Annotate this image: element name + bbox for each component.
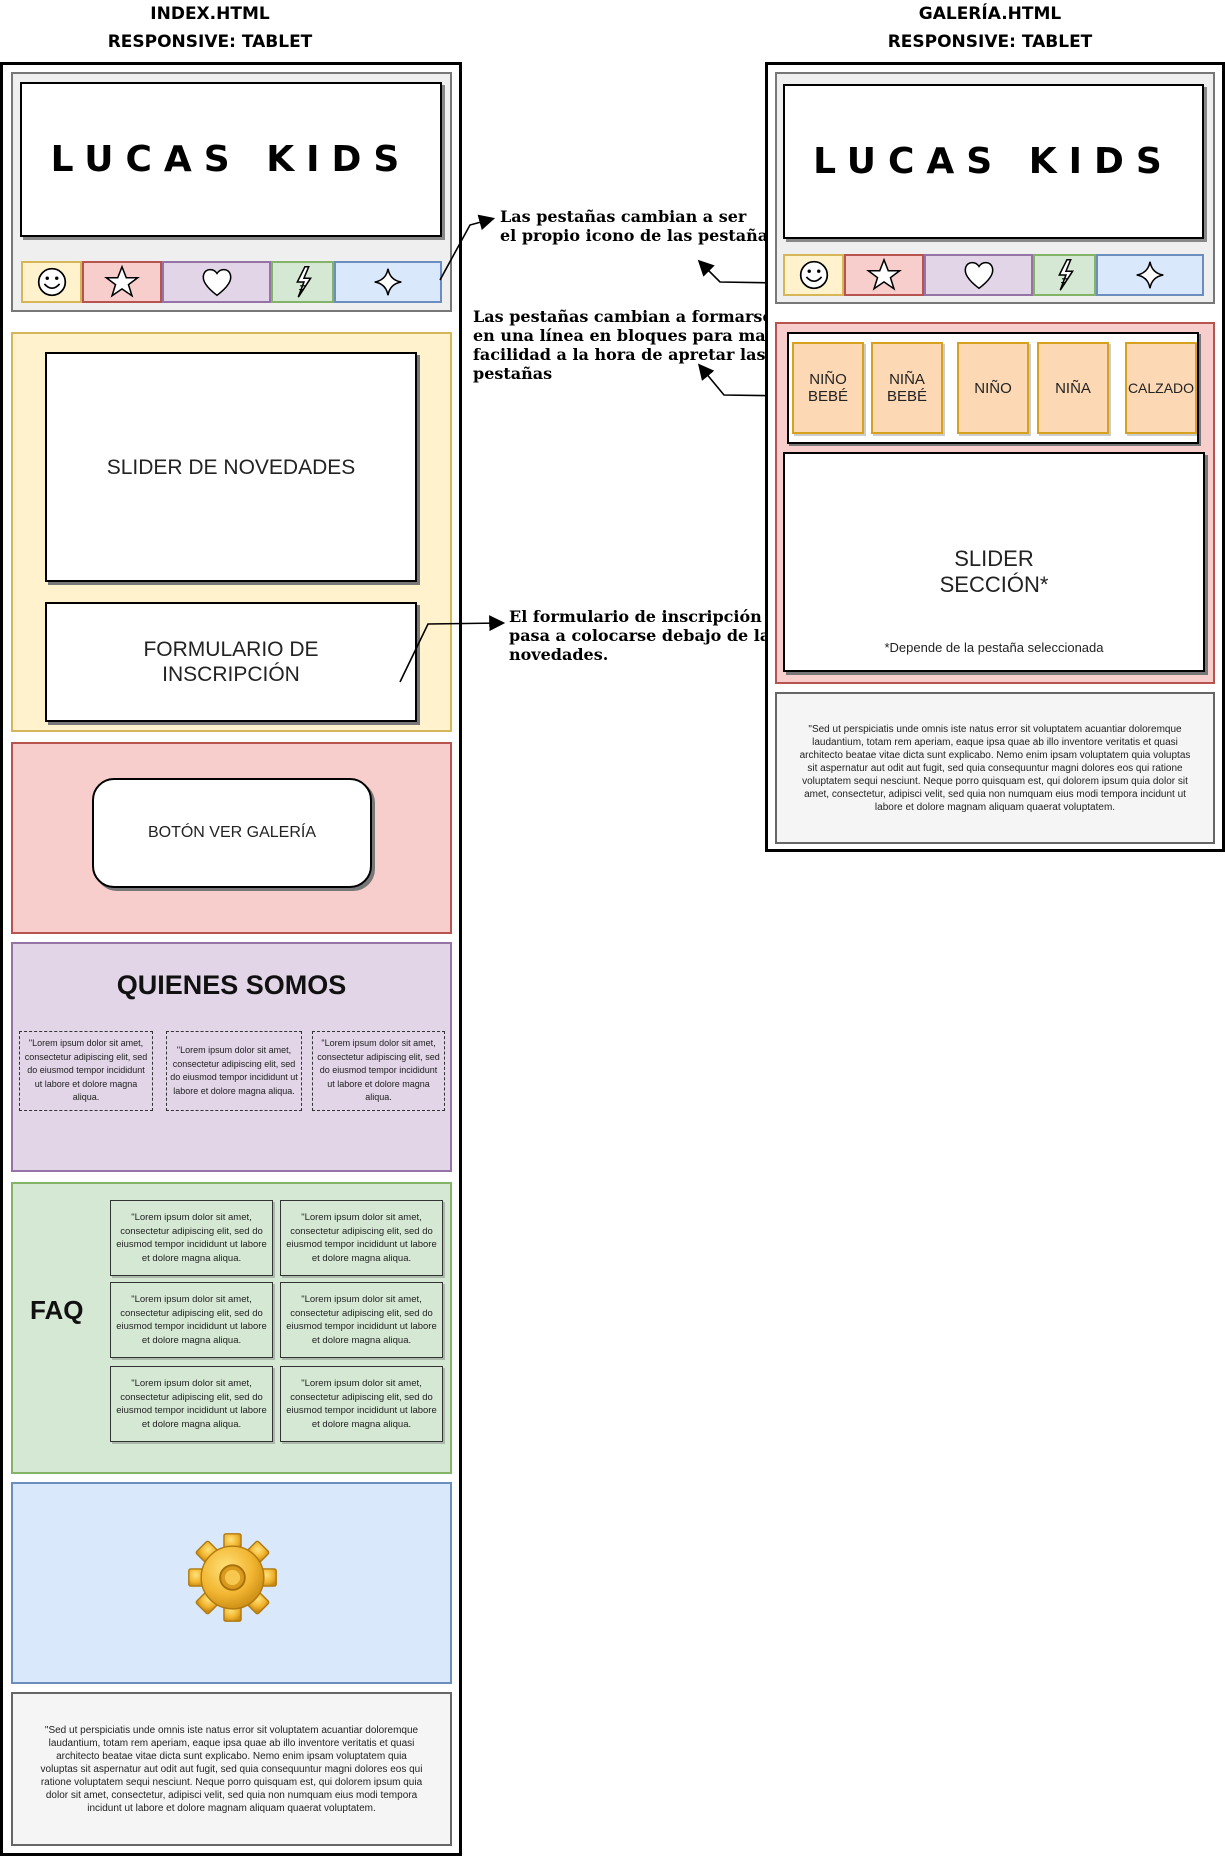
about-card-2: "Lorem ipsum dolor sit amet, consectetur… — [166, 1031, 302, 1111]
gallery-footer: "Sed ut perspiciatis unde omnis iste nat… — [775, 692, 1215, 844]
index-logo-box[interactable]: LUCAS KIDS — [20, 82, 442, 237]
faq-item-text: "Lorem ipsum dolor sit amet, consectetur… — [116, 1378, 267, 1430]
faq-item-text: "Lorem ipsum dolor sit amet, consectetur… — [286, 1294, 437, 1346]
star-icon — [867, 259, 901, 290]
gear-icon[interactable] — [185, 1530, 280, 1625]
section-slider-label: SLIDER SECCIÓN* — [939, 546, 1049, 597]
faq-item-text: "Lorem ipsum dolor sit amet, consectetur… — [286, 1212, 437, 1264]
index-subtitle: RESPONSIVE: TABLET — [107, 32, 313, 52]
index-footer-text: "Sed ut perspiciatis unde omnis iste nat… — [40, 1724, 423, 1814]
signup-form-label: FORMULARIO DE INSCRIPCIÓN — [143, 638, 319, 686]
tab-sparkle[interactable] — [334, 261, 443, 303]
tab-lightning[interactable] — [1033, 254, 1097, 296]
about-card-text: "Lorem ipsum dolor sit amet, consectetur… — [317, 1038, 440, 1103]
gallery-subtitle: RESPONSIVE: TABLET — [887, 32, 1093, 52]
faq-item-text: "Lorem ipsum dolor sit amet, consectetur… — [286, 1378, 437, 1430]
view-gallery-button-label: BOTÓN VER GALERÍA — [147, 824, 317, 841]
category-girl[interactable]: NIÑA — [1037, 342, 1109, 434]
annotation-tabs-icon: Las pestañas cambian a ser el propio ico… — [500, 207, 783, 245]
section-slider-note: *Depende de la pestaña seleccionada — [884, 640, 1104, 655]
gallery-footer-text: "Sed ut perspiciatis unde omnis iste nat… — [799, 723, 1191, 813]
category-shoes[interactable]: CALZADO — [1125, 342, 1197, 434]
logo-text: LUCAS KIDS — [50, 139, 412, 180]
category-boy[interactable]: NIÑO — [957, 342, 1029, 434]
tab-star[interactable] — [844, 254, 925, 296]
faq-title: FAQ — [30, 1295, 84, 1325]
faq-item-1[interactable]: "Lorem ipsum dolor sit amet, consectetur… — [110, 1200, 273, 1276]
faq-item-4[interactable]: "Lorem ipsum dolor sit amet, consectetur… — [280, 1282, 443, 1358]
about-card-1: "Lorem ipsum dolor sit amet, consectetur… — [19, 1031, 153, 1111]
category-boy-baby[interactable]: NIÑO BEBÉ — [792, 342, 864, 434]
faq-item-5[interactable]: "Lorem ipsum dolor sit amet, consectetur… — [110, 1366, 273, 1442]
news-slider[interactable]: SLIDER DE NOVEDADES — [45, 352, 417, 582]
smiley-icon — [37, 267, 66, 297]
about-card-text: "Lorem ipsum dolor sit amet, consectetur… — [170, 1045, 298, 1096]
tab-star[interactable] — [82, 261, 163, 303]
faq-item-3[interactable]: "Lorem ipsum dolor sit amet, consectetur… — [110, 1282, 273, 1358]
faq-item-text: "Lorem ipsum dolor sit amet, consectetur… — [116, 1212, 267, 1264]
index-footer: "Sed ut perspiciatis unde omnis iste nat… — [11, 1692, 452, 1846]
faq-item-text: "Lorem ipsum dolor sit amet, consectetur… — [116, 1294, 267, 1346]
section-slider[interactable]: SLIDER SECCIÓN* — [783, 452, 1205, 672]
gallery-logo-box[interactable]: LUCAS KIDS — [783, 84, 1204, 239]
star-icon — [105, 266, 139, 297]
about-title: QUIENES SOMOS — [116, 970, 347, 1000]
signup-form[interactable]: FORMULARIO DE INSCRIPCIÓN — [45, 602, 417, 722]
tab-heart[interactable] — [924, 254, 1034, 296]
tab-smiley[interactable] — [21, 261, 83, 303]
tab-heart[interactable] — [162, 261, 272, 303]
index-tab-bar — [21, 261, 443, 303]
about-card-3: "Lorem ipsum dolor sit amet, consectetur… — [312, 1031, 445, 1111]
smiley-icon — [799, 260, 828, 290]
heart-icon — [202, 268, 232, 297]
sparkle-icon — [1136, 260, 1165, 290]
about-card-text: "Lorem ipsum dolor sit amet, consectetur… — [24, 1038, 148, 1103]
faq-item-2[interactable]: "Lorem ipsum dolor sit amet, consectetur… — [280, 1200, 443, 1276]
gallery-title: GALERÍA.HTML — [918, 4, 1062, 24]
lightning-icon — [296, 266, 312, 298]
tab-sparkle[interactable] — [1096, 254, 1205, 296]
sparkle-icon — [374, 267, 403, 297]
index-title: INDEX.HTML — [150, 4, 270, 24]
annotation-tabs-blocks: Las pestañas cambian a formarse en una l… — [473, 307, 794, 383]
heart-icon — [964, 261, 994, 290]
faq-item-6[interactable]: "Lorem ipsum dolor sit amet, consectetur… — [280, 1366, 443, 1442]
category-girl-baby[interactable]: NIÑA BEBÉ — [871, 342, 943, 434]
tab-smiley[interactable] — [783, 254, 845, 296]
gallery-tab-bar — [783, 254, 1205, 296]
lightning-icon — [1058, 259, 1074, 291]
view-gallery-button[interactable]: BOTÓN VER GALERÍA — [92, 778, 372, 888]
tab-lightning[interactable] — [271, 261, 335, 303]
logo-text: LUCAS KIDS — [813, 141, 1174, 182]
annotation-form-move: El formulario de inscripción pasa a colo… — [509, 607, 779, 664]
news-slider-label: SLIDER DE NOVEDADES — [106, 455, 356, 479]
